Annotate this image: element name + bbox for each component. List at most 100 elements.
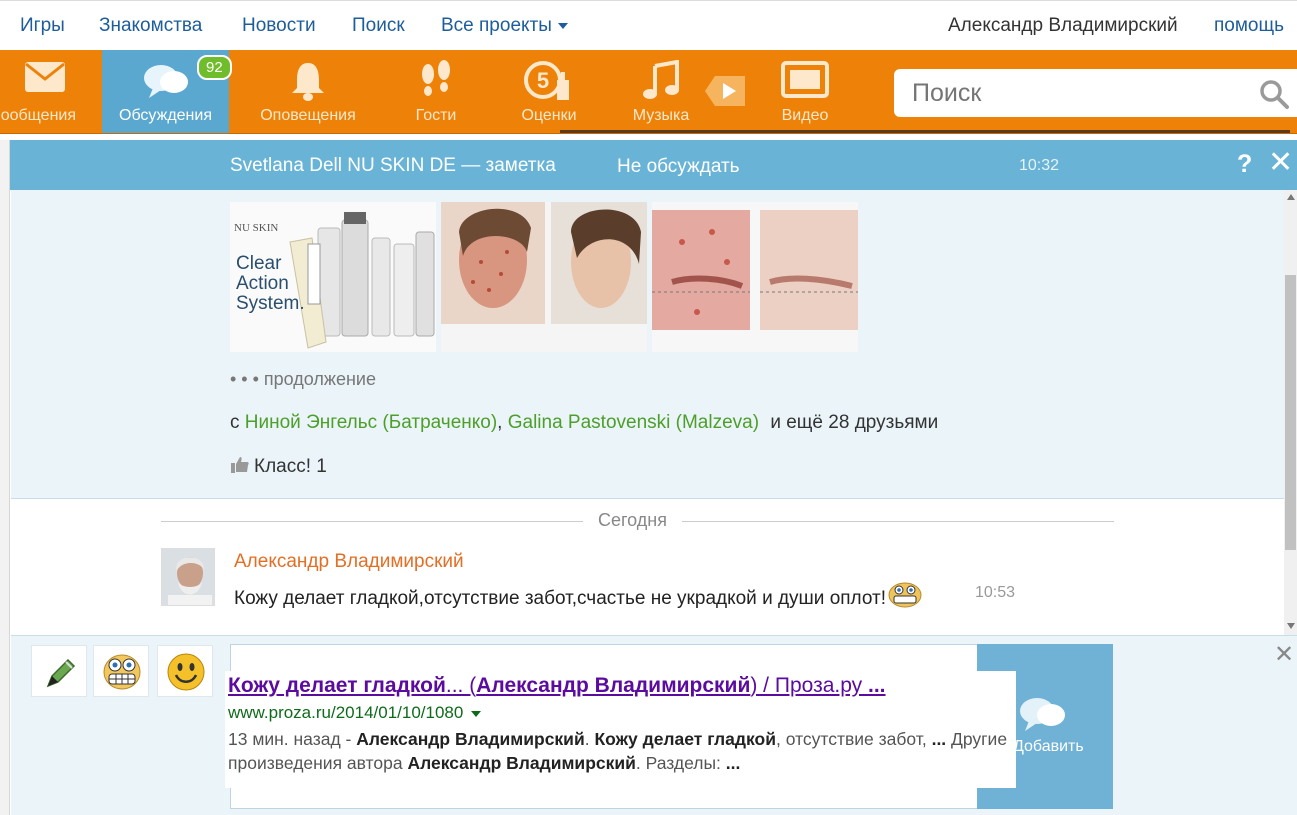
toolbar-video-label: Видео: [781, 107, 829, 124]
nav-link-games[interactable]: Игры: [20, 15, 65, 37]
current-user-name[interactable]: Александр Владимирский: [948, 15, 1178, 37]
product-name-line-2: Action: [236, 273, 289, 294]
snippet-desc-9: . Разделы:: [635, 753, 726, 773]
snippet-desc-10: ...: [725, 753, 741, 773]
toolbar-notifications[interactable]: Оповещения: [249, 50, 367, 133]
message-time: 10:53: [975, 584, 1016, 601]
avatar[interactable]: [161, 548, 215, 606]
left-panel-edge: [0, 140, 10, 815]
search-icon[interactable]: [1258, 78, 1290, 115]
note-image-before-after-face[interactable]: [441, 202, 647, 352]
toolbar-video[interactable]: Видео: [755, 50, 855, 133]
toolbar-messages[interactable]: ообщения: [0, 50, 102, 133]
help-link[interactable]: помощь: [1214, 15, 1284, 37]
friends-line: с Ниной Энгельс (Батраченко), Galina Pas…: [230, 412, 938, 434]
scroll-up-icon[interactable]: [1287, 194, 1295, 200]
friends-suffix[interactable]: и ещё 28 друзьями: [765, 412, 938, 433]
snippet-url-text: www.proza.ru/2014/01/10/1080: [228, 703, 464, 722]
message-text: Кожу делает гладкой,отсутствие забот,сча…: [234, 582, 954, 618]
video-icon: [781, 60, 829, 105]
friend-link-1[interactable]: Ниной Энгельс (Батраченко): [245, 412, 497, 433]
toolbar-ratings[interactable]: 5 Оценки: [498, 50, 600, 133]
scrollbar-thumb[interactable]: [1285, 275, 1296, 550]
grin-emoji-icon: [888, 582, 922, 618]
chevron-down-icon: [557, 22, 568, 29]
note-block: NU SKIN Clear Action System. • • • продо…: [11, 190, 1284, 499]
snippet-title-link[interactable]: Кожу делает гладкой... (Александр Владим…: [228, 671, 1013, 701]
friends-separator: ,: [497, 412, 508, 433]
smiley-button[interactable]: [157, 645, 213, 697]
product-name-text: Clear Action System.: [236, 254, 305, 314]
toolbar-notifications-label: Оповещения: [260, 107, 356, 124]
snippet-desc-4: Кожу делает гладкой: [594, 729, 776, 749]
chevron-down-icon[interactable]: [471, 710, 482, 717]
message-text-content: Кожу делает гладкой,отсутствие забот,сча…: [234, 588, 886, 609]
nav-all-projects-dropdown[interactable]: Все проекты: [441, 15, 568, 37]
product-brand-text: NU SKIN: [234, 222, 279, 234]
content-scrollbar[interactable]: [1284, 190, 1297, 635]
snippet-description: 13 мин. назад - Александр Владимирский. …: [228, 727, 1013, 775]
nav-link-dating[interactable]: Знакомства: [99, 15, 202, 37]
like-button[interactable]: Класс! 1: [230, 455, 327, 481]
snippet-url[interactable]: www.proza.ru/2014/01/10/1080: [228, 701, 1013, 725]
scroll-down-icon[interactable]: [1287, 623, 1295, 629]
search-box: [894, 69, 1297, 117]
toolbar-guests-label: Гости: [415, 107, 457, 124]
note-image-product[interactable]: NU SKIN Clear Action System.: [230, 202, 436, 352]
snippet-title-part-1: Кожу делает гладкой: [228, 674, 446, 697]
like-count: Класс! 1: [254, 456, 327, 477]
message-composer: Добавить ✕ Кожу делает гладкой... (Алекс…: [11, 635, 1297, 815]
discussion-time: 10:32: [1019, 157, 1060, 174]
snippet-title-part-2: ... (: [445, 674, 477, 697]
friend-link-2[interactable]: Galina Pastovenski (Malzeva): [508, 412, 759, 433]
toolbar-music[interactable]: Музыка: [612, 50, 710, 133]
nav-link-search[interactable]: Поиск: [352, 15, 405, 37]
toolbar-discussions-label: Обсуждения: [119, 107, 212, 124]
toolbar-guests[interactable]: Гости: [384, 50, 488, 133]
bell-icon: [288, 60, 328, 107]
snippet-desc-6: ...: [931, 729, 947, 749]
snippet-title-part-3: Александр Владимирский: [476, 674, 751, 697]
snippet-desc-2: Александр Владимирский: [356, 729, 585, 749]
add-message-label: Добавить: [1013, 738, 1084, 755]
snippet-desc-5: , отсутствие забот,: [776, 729, 932, 749]
product-name-line-3: System.: [236, 293, 305, 314]
chat-bubbles-icon: [141, 60, 191, 105]
snippet-desc-8: Александр Владимирский: [407, 753, 636, 773]
music-note-icon: [641, 59, 681, 107]
thumbs-up-icon: [230, 455, 250, 481]
envelope-icon: [23, 60, 67, 99]
message-author[interactable]: Александр Владимирский: [234, 551, 464, 573]
rating-5-icon: 5: [523, 60, 575, 107]
snippet-desc-3: .: [584, 729, 595, 749]
search-result-snippet: Кожу делает гладкой... (Александр Владим…: [225, 671, 1016, 788]
day-divider-label: Сегодня: [583, 510, 682, 531]
toolbar-music-label: Музыка: [632, 107, 690, 124]
friends-prefix: с: [230, 412, 245, 433]
toolbar-ratings-label: Оценки: [521, 107, 577, 124]
dont-discuss-button[interactable]: Не обсуждать: [617, 156, 740, 178]
footprints-icon: [416, 60, 456, 107]
snippet-desc-1: 13 мин. назад -: [228, 729, 357, 749]
snippet-title-part-4: ) / Проза.ру: [750, 674, 868, 697]
main-toolbar: ообщения 92 Обсуждения Оповещения Гости …: [0, 50, 1297, 134]
note-image-chin-before-after[interactable]: [652, 202, 858, 352]
highlighter-tool-button[interactable]: [31, 645, 87, 697]
discussion-title[interactable]: Svetlana Dell NU SKIN DE — заметка: [230, 155, 556, 177]
snippet-title-part-5: ...: [868, 674, 886, 697]
discussion-content: NU SKIN Clear Action System. • • • продо…: [11, 190, 1284, 635]
read-more-link[interactable]: • • • продолжение: [230, 369, 376, 390]
smiley-grin-button[interactable]: [93, 645, 149, 697]
help-icon[interactable]: ?: [1237, 150, 1252, 179]
discussion-header: Svetlana Dell NU SKIN DE — заметка Не об…: [10, 140, 1297, 190]
close-icon[interactable]: ✕: [1268, 148, 1293, 178]
toolbar-discussions[interactable]: 92 Обсуждения: [102, 50, 232, 133]
discussions-count-badge: 92: [197, 55, 232, 80]
music-play-button[interactable]: [703, 50, 749, 133]
toolbar-messages-label: ообщения: [0, 107, 76, 124]
search-input[interactable]: [912, 77, 1242, 109]
composer-close-icon[interactable]: ✕: [1274, 640, 1294, 669]
play-icon: [703, 72, 749, 115]
svg-text:5: 5: [537, 68, 549, 93]
nav-link-news[interactable]: Новости: [242, 15, 316, 37]
